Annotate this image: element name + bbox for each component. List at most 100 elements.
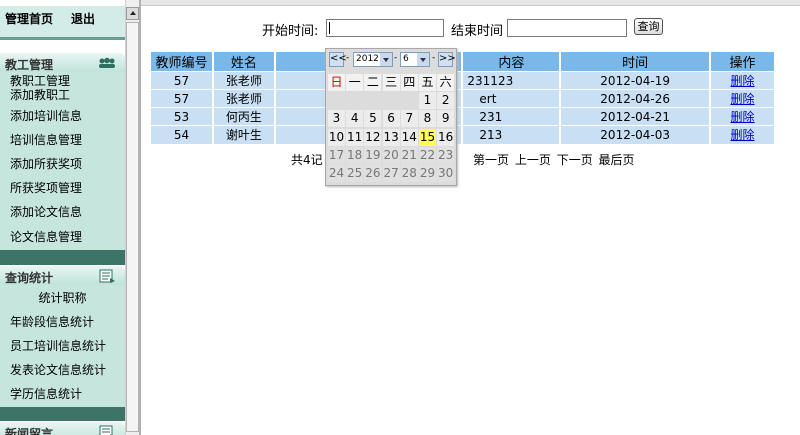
cell-content: 231 bbox=[462, 107, 562, 126]
report-icon bbox=[99, 269, 115, 283]
menu-item-paper-manage[interactable]: 论文信息管理 bbox=[10, 228, 82, 245]
separator: - bbox=[432, 53, 436, 63]
cell-time: 2012-04-03 bbox=[560, 125, 712, 144]
delete-link[interactable]: 删除 bbox=[731, 128, 755, 142]
pager-summary: 共4记 bbox=[291, 153, 323, 167]
section-header-staff[interactable]: 教工管理 bbox=[0, 52, 125, 72]
calendar-day[interactable]: 18 bbox=[346, 146, 364, 164]
first-page-link[interactable]: 第一页 bbox=[473, 153, 509, 167]
calendar-day[interactable]: 30 bbox=[437, 165, 455, 182]
month-select[interactable]: 6 bbox=[400, 52, 430, 67]
calendar-day[interactable]: 4 bbox=[346, 110, 364, 128]
weekday-header: 四 bbox=[400, 74, 418, 91]
delete-link[interactable]: 删除 bbox=[731, 74, 755, 88]
calendar-day[interactable]: 10 bbox=[328, 128, 345, 146]
left-scrollbar[interactable] bbox=[125, 0, 139, 435]
calendar-day[interactable]: 14 bbox=[400, 128, 418, 146]
menu-item-education-stats[interactable]: 学历信息统计 bbox=[10, 385, 82, 402]
chevron-down-icon[interactable] bbox=[417, 53, 429, 66]
calendar-day[interactable]: 1 bbox=[419, 92, 436, 110]
pager-links: 第一页 上一页 下一页 最后页 bbox=[473, 151, 635, 168]
calendar-day[interactable]: 7 bbox=[400, 110, 418, 128]
menu-item-add-staff[interactable]: 添加教职工 bbox=[10, 86, 70, 103]
menu-item-training-stats[interactable]: 员工培训信息统计 bbox=[10, 337, 106, 354]
col-header-content: 内容 bbox=[462, 52, 562, 72]
calendar-day-today[interactable]: 15 bbox=[419, 128, 436, 146]
menu-item-add-training[interactable]: 添加培训信息 bbox=[10, 107, 82, 124]
weekday-header: 一 bbox=[346, 74, 364, 91]
calendar-day[interactable]: 21 bbox=[400, 146, 418, 164]
cell-name: 何丙生 bbox=[212, 107, 276, 126]
menu-item-award-manage[interactable]: 所获奖项管理 bbox=[10, 179, 82, 196]
calendar-day[interactable]: 16 bbox=[437, 128, 455, 146]
delete-link[interactable]: 删除 bbox=[731, 92, 755, 106]
calendar-day[interactable]: 17 bbox=[328, 146, 345, 164]
menu-item-training-manage[interactable]: 培训信息管理 bbox=[10, 131, 82, 148]
cell-teacher-id: 57 bbox=[151, 89, 214, 108]
start-time-input[interactable] bbox=[326, 19, 444, 37]
table-row: 54 谢叶生 213 2012-04-03 删除 bbox=[151, 125, 776, 144]
cell-action: 删除 bbox=[710, 71, 776, 90]
cell-name: 张老师 bbox=[212, 89, 276, 108]
scroll-up-arrow-icon[interactable] bbox=[126, 7, 139, 20]
weekday-header: 五 bbox=[419, 74, 436, 91]
calendar-day[interactable]: 13 bbox=[382, 128, 400, 146]
chevron-down-icon[interactable] bbox=[380, 53, 392, 66]
next-page-link[interactable]: 下一页 bbox=[557, 153, 593, 167]
cell-action: 删除 bbox=[710, 89, 776, 108]
main-content: 开始时间: 结束时间 查询 教师编号 姓名 内容 时间 操作 57 张老师 23… bbox=[141, 6, 800, 435]
table-header-row: 教师编号 姓名 内容 时间 操作 bbox=[151, 52, 776, 72]
home-link[interactable]: 管理首页 bbox=[5, 10, 53, 27]
weekday-header: 日 bbox=[328, 74, 345, 91]
prev-page-link[interactable]: 上一页 bbox=[515, 153, 551, 167]
message-icon bbox=[99, 425, 113, 435]
menu-item-add-award[interactable]: 添加所获奖项 bbox=[10, 155, 82, 172]
calendar-day[interactable]: 8 bbox=[419, 110, 436, 128]
calendar-day[interactable]: 3 bbox=[328, 110, 345, 128]
delete-link[interactable]: 删除 bbox=[731, 110, 755, 124]
calendar-day[interactable]: 2 bbox=[437, 92, 455, 110]
table-row: 57 张老师 231123 2012-04-19 删除 bbox=[151, 71, 776, 90]
next-month-button[interactable]: >> bbox=[438, 52, 456, 67]
calendar-day[interactable]: 24 bbox=[328, 165, 345, 182]
col-header-time: 时间 bbox=[560, 52, 712, 72]
calendar-day[interactable]: 12 bbox=[364, 128, 382, 146]
prev-month-button[interactable]: << bbox=[329, 52, 347, 67]
section-header-news[interactable]: 新闻留言 bbox=[0, 421, 125, 435]
calendar-day[interactable]: 28 bbox=[400, 165, 418, 182]
table-row: 53 何丙生 231 2012-04-21 删除 bbox=[151, 107, 776, 126]
calendar-day[interactable]: 26 bbox=[364, 165, 382, 182]
records-table: 教师编号 姓名 内容 时间 操作 57 张老师 231123 2012-04-1… bbox=[151, 52, 776, 144]
cell-content: 231123 bbox=[462, 71, 562, 90]
cell-content: ert bbox=[462, 89, 562, 108]
logout-link[interactable]: 退出 bbox=[71, 10, 95, 27]
weekday-header: 六 bbox=[437, 74, 455, 91]
calendar-day[interactable]: 29 bbox=[419, 165, 436, 182]
year-select[interactable]: 2012 bbox=[353, 52, 393, 67]
scroll-thumb[interactable] bbox=[126, 22, 139, 432]
menu-item-age-stats[interactable]: 年龄段信息统计 bbox=[10, 313, 94, 330]
end-time-input[interactable] bbox=[507, 19, 627, 37]
menu-item-add-paper[interactable]: 添加论文信息 bbox=[10, 203, 82, 220]
calendar-day[interactable]: 23 bbox=[437, 146, 455, 164]
date-picker-popup: << - 2012 - 6 - >> 日一二三四五六 1 2 3 4 5 6 7 8 9 10 11 1… bbox=[325, 48, 457, 186]
menu-item-paper-stats[interactable]: 发表论文信息统计 bbox=[10, 361, 106, 378]
menu-item-title-stats[interactable]: 统计职称 bbox=[0, 289, 125, 306]
calendar-day[interactable]: 20 bbox=[382, 146, 400, 164]
year-value: 2012 bbox=[356, 54, 379, 64]
staff-group-icon bbox=[99, 57, 115, 68]
cell-action: 删除 bbox=[710, 107, 776, 126]
calendar-day[interactable]: 19 bbox=[364, 146, 382, 164]
last-page-link[interactable]: 最后页 bbox=[599, 153, 635, 167]
calendar-day[interactable]: 6 bbox=[382, 110, 400, 128]
calendar-day[interactable]: 25 bbox=[346, 165, 364, 182]
calendar-day[interactable]: 5 bbox=[364, 110, 382, 128]
calendar-day[interactable]: 27 bbox=[382, 165, 400, 182]
calendar-day[interactable]: 9 bbox=[437, 110, 455, 128]
query-button[interactable]: 查询 bbox=[634, 18, 663, 35]
calendar-day[interactable]: 11 bbox=[346, 128, 364, 146]
cell-teacher-id: 54 bbox=[151, 125, 214, 144]
section-body-staff: 教职工管理 添加教职工 添加培训信息 培训信息管理 添加所获奖项 所获奖项管理 … bbox=[0, 72, 125, 250]
section-header-stats[interactable]: 查询统计 bbox=[0, 265, 125, 285]
calendar-day[interactable]: 22 bbox=[419, 146, 436, 164]
